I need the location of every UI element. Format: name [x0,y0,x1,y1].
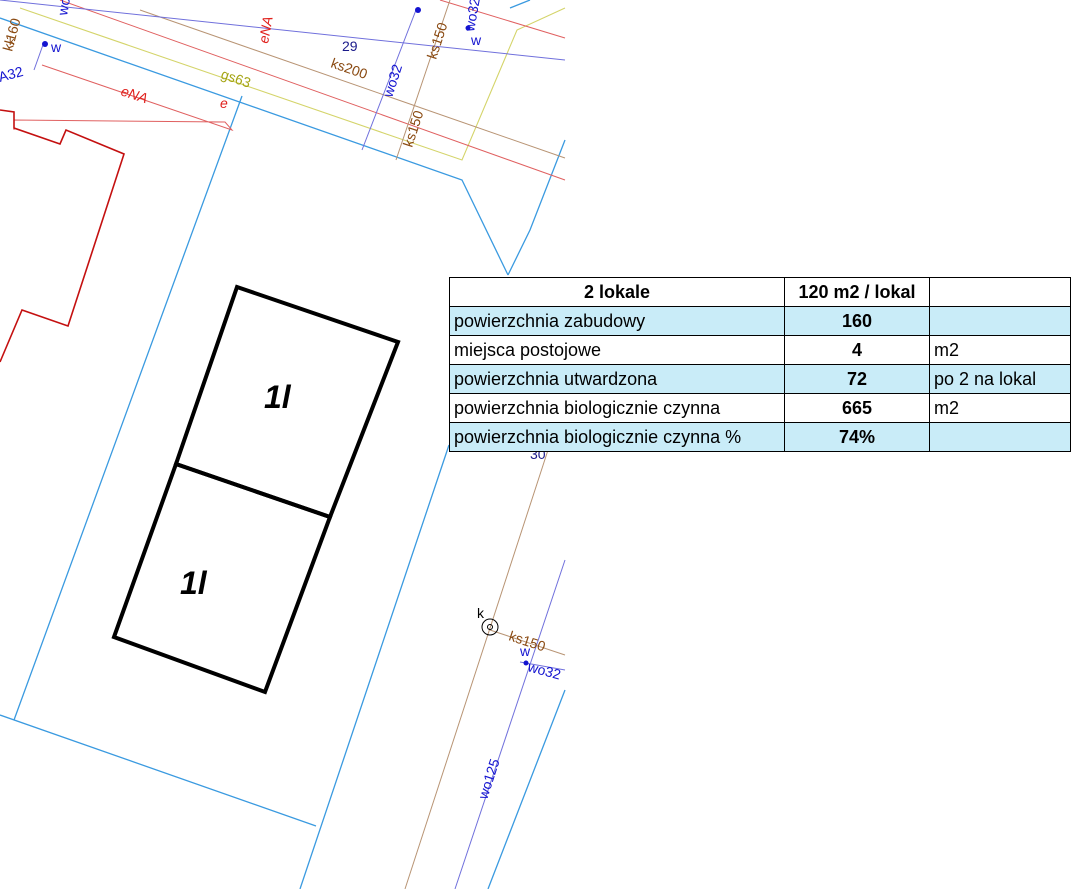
table-cell: powierzchnia utwardzona [449,364,785,394]
map-label-wo32: wo32 [461,0,483,34]
map-label-k: k [9,36,15,48]
table-cell [929,306,1071,336]
table-header-cell: 120 m2 / lokal [784,277,930,307]
map-label-ks150: ks150 [400,108,427,149]
table-cell: 4 [784,335,930,365]
table-cell: m2 [929,393,1071,423]
map-label-wo32: wo32 [379,62,405,100]
map-label-wo32: wo32 [525,658,563,682]
map-label-ena: eNA [119,83,150,107]
map-label-a32: A32 [0,63,25,85]
property-boundary [0,109,125,363]
map-label-e: e [220,95,228,111]
table-cell: 665 [784,393,930,423]
map-label-ks150: ks150 [424,20,451,61]
table-cell: 74% [784,422,930,452]
table-row: powierzchnia biologicznie czynna 665 m2 [449,393,1071,423]
table-header-row: 2 lokale 120 m2 / lokal [449,277,1071,307]
building-lower [111,461,333,695]
map-label-w: w [519,643,531,659]
map-label-k: k [477,605,485,621]
table-cell: powierzchnia biologicznie czynna % [449,422,785,452]
table-cell: miejsca postojowe [449,335,785,365]
table-cell: 72 [784,364,930,394]
map-label-w: w [470,32,482,48]
table-row: powierzchnia utwardzona 72 po 2 na lokal [449,364,1071,394]
table-cell: 160 [784,306,930,336]
table-cell [929,422,1071,452]
buildings [111,284,401,695]
building-label: 1l [264,379,292,415]
table-row: powierzchnia zabudowy 160 [449,306,1071,336]
map-label-wo125: wo125 [474,757,502,802]
table-row: miejsca postojowe 4 m2 [449,335,1071,365]
map-label-29: 29 [342,38,358,54]
table-cell: powierzchnia zabudowy [449,306,785,336]
table-row: powierzchnia biologicznie czynna % 74% [449,422,1071,452]
building-label: 1l [180,565,208,601]
map-label-wo: wo [54,0,73,18]
map-label-gs63: gs63 [219,66,253,91]
table-cell: powierzchnia biologicznie czynna [449,393,785,423]
table-cell: po 2 na lokal [929,364,1071,394]
area-summary-table: 2 lokale 120 m2 / lokal powierzchnia zab… [449,277,1071,452]
map-label-ena: eNA [255,15,275,45]
table-header-cell: 2 lokale [449,277,785,307]
table-header-cell [929,277,1071,307]
power-lines [13,0,566,181]
map-label-w: w [50,39,62,55]
table-cell: m2 [929,335,1071,365]
